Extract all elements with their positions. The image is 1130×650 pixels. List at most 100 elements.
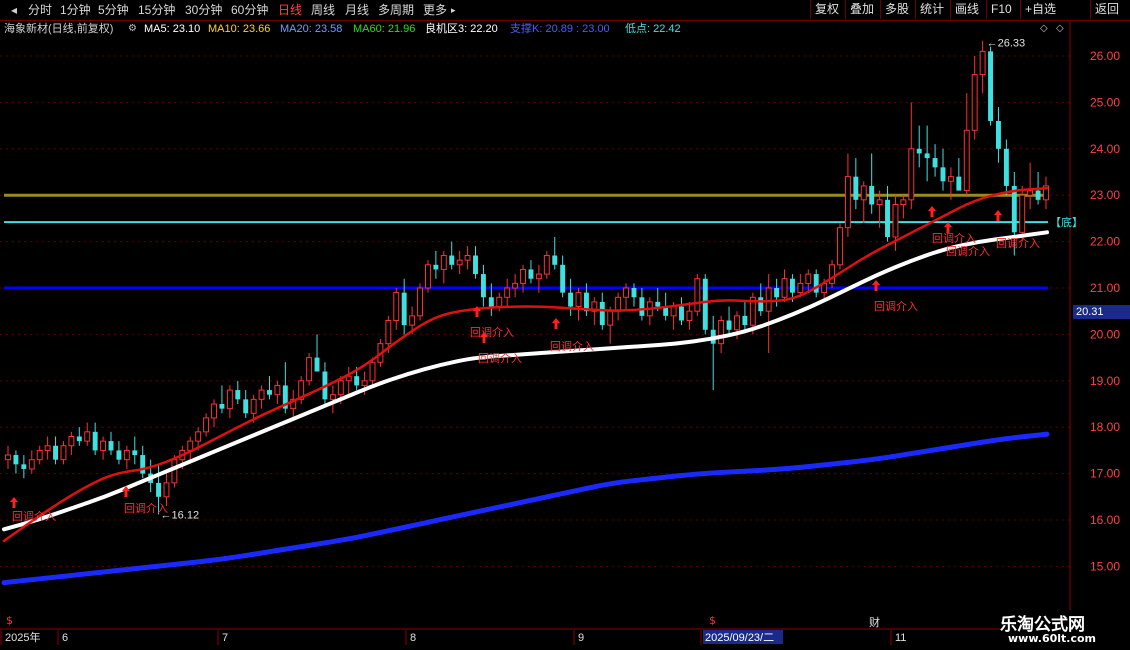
indicator-bar: 海象新材(日线,前复权) ⚙ MA5: 23.10 MA10: 23.66 MA… xyxy=(0,21,1070,37)
y-tick-label: 24.00 xyxy=(1090,142,1120,156)
candle-body-up xyxy=(1027,190,1034,196)
diamond-icon[interactable]: ◇ xyxy=(1040,21,1048,37)
candle-body-down xyxy=(140,455,146,474)
candle-body-up xyxy=(1019,194,1026,233)
fuquan-button[interactable]: 复权 xyxy=(810,0,843,19)
tab-more[interactable]: 更多 xyxy=(423,2,447,18)
candle-body-up xyxy=(781,278,788,298)
draw-line-button[interactable]: 画线 xyxy=(950,0,983,19)
candle-body-down xyxy=(758,297,764,312)
multi-stock-button[interactable]: 多股 xyxy=(880,0,913,19)
candle-body-up xyxy=(734,315,740,331)
x-axis-label: 9 xyxy=(578,632,584,644)
back-arrow-icon[interactable]: ◂ xyxy=(4,2,24,18)
candle-body-down xyxy=(401,292,407,326)
ma60-value: MA60: 21.96 xyxy=(353,23,416,35)
candle-body-down xyxy=(599,301,605,326)
candlestick-chart[interactable]: 26.00 25.00 24.00 23.00 22.00 21.00 20.00 19.00… xyxy=(0,0,1130,650)
y-tick-label: 16.00 xyxy=(1090,513,1120,527)
candle-body-down xyxy=(76,436,82,442)
candle-body-down xyxy=(996,120,1001,149)
tab-60min[interactable]: 60分钟 xyxy=(231,2,268,18)
tab-fenshi[interactable]: 分时 xyxy=(28,2,52,18)
candle-body-up xyxy=(187,440,194,451)
candle-body-up xyxy=(844,176,851,229)
overlay-button[interactable]: 叠加 xyxy=(845,0,878,19)
tab-daily[interactable]: 日线 xyxy=(278,2,302,18)
signal-label: 回调介入 xyxy=(124,502,168,515)
candle-body-up xyxy=(860,185,867,201)
candle-body-down xyxy=(631,288,637,298)
candle-body-down xyxy=(639,297,645,316)
stats-button[interactable]: 统计 xyxy=(915,0,948,19)
dividend-marker-icon: $ xyxy=(709,614,716,627)
tab-multi-period[interactable]: 多周期 xyxy=(378,2,414,18)
candle-body-down xyxy=(132,450,138,456)
candle-body-up xyxy=(892,203,899,238)
y-tick-label: 19.00 xyxy=(1090,374,1120,388)
stock-title: 海象新材(日线,前复权) xyxy=(4,23,114,35)
settings-icon[interactable]: ⚙ xyxy=(128,21,137,37)
candle-body-up xyxy=(440,255,447,270)
candle-body-up xyxy=(203,417,210,433)
candle-body-up xyxy=(686,310,693,321)
y-tick-label: 18.00 xyxy=(1090,420,1120,434)
tab-weekly[interactable]: 周线 xyxy=(311,2,335,18)
candle-body-up xyxy=(329,394,336,400)
support-value: 支撑K: 20.89 : 23.00 xyxy=(510,23,610,35)
candle-body-down xyxy=(473,255,478,275)
candle-body-up xyxy=(456,259,463,266)
candle-body-down xyxy=(774,288,780,298)
tab-monthly[interactable]: 月线 xyxy=(345,2,369,18)
signal-label: 回调介入 xyxy=(996,237,1040,250)
candle-body-up xyxy=(369,361,376,382)
candle-body-up xyxy=(900,199,907,205)
candle-body-down xyxy=(314,357,320,372)
y-tick-label: 15.00 xyxy=(1090,559,1120,573)
current-price-label: 20.31 xyxy=(1073,305,1130,319)
tab-5min[interactable]: 5分钟 xyxy=(98,2,129,18)
candle-body-up xyxy=(535,273,542,280)
f10-button[interactable]: F10 xyxy=(986,0,1016,19)
candle-body-up xyxy=(464,255,471,261)
chart-background xyxy=(0,0,1130,650)
tab-30min[interactable]: 30分钟 xyxy=(185,2,222,18)
candle-body-down xyxy=(552,255,558,265)
candle-body-up xyxy=(100,440,107,451)
candle-body-down xyxy=(108,441,114,451)
candle-body-up xyxy=(797,282,804,294)
ma10-value: MA10: 23.66 xyxy=(208,23,271,35)
candle-body-down xyxy=(13,455,19,465)
candle-body-up xyxy=(60,445,67,461)
candle-body-up xyxy=(424,264,431,289)
candle-body-down xyxy=(869,185,875,205)
candle-body-up xyxy=(908,148,915,201)
tab-15min[interactable]: 15分钟 xyxy=(138,2,175,18)
high-price-label: ←26.33 xyxy=(987,38,1026,50)
candle-body-down xyxy=(235,390,241,400)
signal-label: 回调介入 xyxy=(550,340,594,353)
candle-body-up xyxy=(805,273,812,284)
expand-icon[interactable]: ◇ xyxy=(1056,21,1064,37)
candle-body-down xyxy=(988,51,993,121)
candle-body-up xyxy=(575,292,582,308)
candle-body-down xyxy=(679,306,684,321)
candle-body-down xyxy=(219,404,225,409)
candle-body-down xyxy=(789,278,795,293)
chevron-right-icon[interactable]: ▸ xyxy=(451,2,456,18)
candle-body-up xyxy=(504,287,511,298)
back-button[interactable]: 返回 xyxy=(1090,0,1123,19)
candle-body-up xyxy=(68,435,75,447)
signal-label: 回调介入 xyxy=(470,326,514,339)
candle-body-down xyxy=(885,199,890,237)
candle-body-down xyxy=(528,269,534,279)
candle-body-up xyxy=(211,403,217,419)
dividend-marker-icon: $ xyxy=(6,614,13,627)
candle-body-up xyxy=(512,282,519,289)
candle-body-down xyxy=(92,431,98,451)
candle-body-up xyxy=(837,227,843,266)
add-watchlist-button[interactable]: +自选 xyxy=(1020,0,1060,19)
y-tick-label: 20.00 xyxy=(1090,327,1120,341)
tab-1min[interactable]: 1分钟 xyxy=(60,2,91,18)
candle-body-down xyxy=(243,399,249,414)
